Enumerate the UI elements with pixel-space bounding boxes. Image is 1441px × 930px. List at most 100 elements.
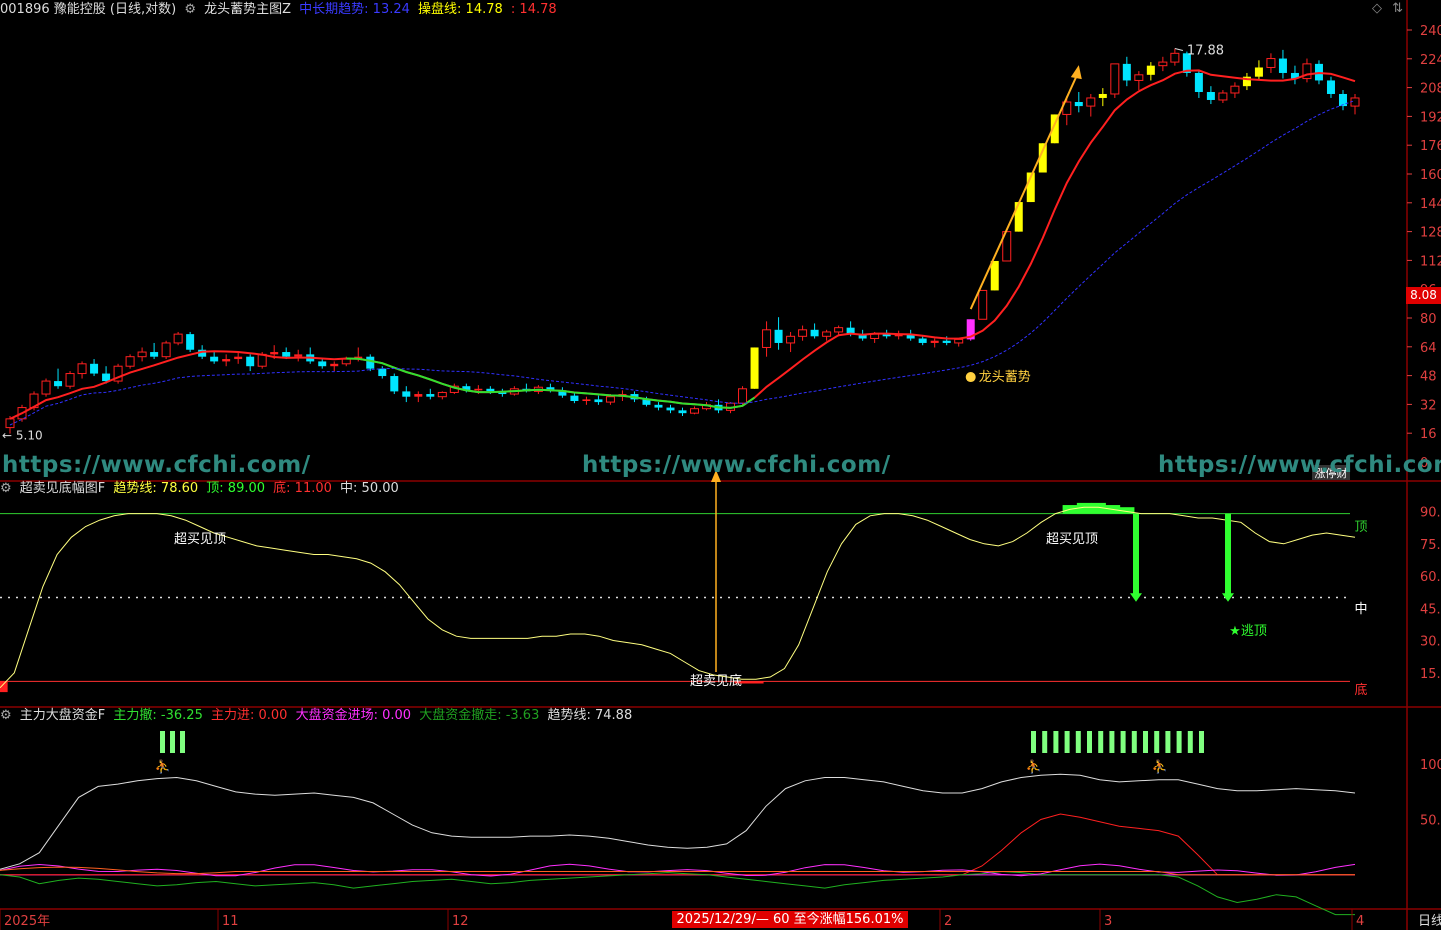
- fund-main-out: 主力撤: -36.25: [113, 708, 203, 723]
- diamond-icon[interactable]: ◇: [1372, 1, 1382, 16]
- price-axis-label: 112: [1420, 254, 1441, 269]
- fund-header: ⚙ 主力大盘资金F 主力撤: -36.25 主力进: 0.00 大盘资金进场: …: [0, 706, 636, 726]
- candle: [822, 331, 832, 337]
- signal-bar: [1154, 731, 1160, 753]
- price-axis-label: 160: [1420, 168, 1441, 183]
- fund-trend-line: [0, 773, 1356, 870]
- fund-main-in-line: [0, 813, 1355, 876]
- osc-name[interactable]: 超卖见底幅图F: [20, 481, 105, 496]
- candle: [654, 404, 663, 408]
- candle: [186, 334, 195, 350]
- dragon-label: 龙头蓄势: [979, 369, 1031, 385]
- candle: [65, 373, 75, 387]
- price-axis-label: 192: [1420, 110, 1441, 125]
- signal-bar: [1199, 731, 1204, 753]
- candle: [1218, 92, 1228, 101]
- candle: [1014, 202, 1023, 232]
- osc-axis-label: 60.: [1420, 570, 1441, 585]
- mid-tag: 中: [1354, 602, 1367, 617]
- price-axis-label: 208: [1420, 82, 1441, 97]
- candle: [1194, 72, 1203, 93]
- candle: [366, 356, 375, 369]
- candle: [222, 359, 231, 362]
- candle: [402, 391, 411, 397]
- x-axis-label: 11: [222, 914, 239, 929]
- main-chart-header: 001896 豫能控股 (日线,对数) ⚙ 龙头蓄势主图Z 中长期趋势: 13.…: [0, 0, 561, 20]
- candle: [1110, 63, 1120, 95]
- date-range-box[interactable]: 2025/12/29/— 60 至今涨幅156.01%: [672, 911, 908, 928]
- candle: [834, 327, 844, 333]
- candle: [378, 368, 387, 377]
- fund-axis-label: 50.: [1420, 814, 1441, 829]
- runner-icon: ⛹: [1026, 758, 1042, 775]
- candle: [786, 335, 796, 344]
- price-axis-label: 16: [1420, 427, 1437, 442]
- osc-trend-value: 趋势线: 78.60: [113, 481, 199, 496]
- midlong-trend-line: [9, 100, 1356, 426]
- price-axis-label: 48: [1420, 370, 1437, 385]
- candle: [294, 354, 303, 357]
- indicator-gear-icon[interactable]: ⚙: [184, 2, 196, 17]
- candle: [750, 347, 759, 389]
- runner-icon: ⛹: [1152, 758, 1168, 775]
- candle: [41, 380, 51, 395]
- x-axis-label: 3: [1104, 914, 1112, 929]
- price-axis-label: 80: [1420, 312, 1437, 327]
- candle: [774, 329, 783, 343]
- expand-icon[interactable]: ⇅: [1392, 1, 1403, 16]
- candle: [102, 373, 111, 382]
- fund-axis-label: 100: [1420, 758, 1441, 773]
- candle: [1098, 93, 1107, 98]
- signal-bar: [160, 731, 165, 753]
- signal-bar: [180, 731, 185, 753]
- x-axis-label: 12: [452, 914, 469, 929]
- oversold-label: 超卖见底: [690, 673, 742, 689]
- candle: [77, 363, 87, 375]
- osc-oversold-fill: [748, 681, 764, 684]
- peak-marker: [1174, 48, 1183, 51]
- signal-bar: [1098, 731, 1104, 753]
- candle: [1230, 85, 1240, 94]
- candle: [942, 340, 951, 343]
- signal-bar: [1120, 731, 1126, 753]
- signal-bar: [1143, 731, 1148, 753]
- period-label: 日线: [1418, 914, 1441, 929]
- candle: [341, 358, 351, 365]
- runner-icon: ⛹: [155, 758, 171, 775]
- osc-mid-value: 中: 50.00: [340, 481, 399, 496]
- watermark-3: https://www.cfchi.com/: [1158, 452, 1441, 478]
- signal-bar: [1064, 731, 1070, 753]
- price-axis-label: 64: [1420, 341, 1437, 356]
- osc-bottom-value: 底: 11.00: [273, 481, 332, 496]
- candle: [918, 338, 927, 343]
- fund-main-in: 主力进: 0.00: [210, 708, 288, 723]
- candle: [414, 394, 423, 397]
- fund-name[interactable]: 主力大盘资金F: [20, 708, 105, 723]
- candle: [270, 352, 279, 355]
- watermark-1: https://www.cfchi.com/: [2, 452, 311, 478]
- osc-gear-icon[interactable]: ⚙: [0, 481, 12, 496]
- candle: [5, 418, 15, 429]
- candle: [318, 361, 327, 367]
- fund-gear-icon[interactable]: ⚙: [0, 708, 12, 723]
- candle: [1074, 101, 1083, 107]
- candle: [954, 338, 964, 344]
- x-axis-label: 2: [944, 914, 952, 929]
- signal-bar: [1187, 731, 1193, 753]
- low-price-label: ← 5.10: [2, 429, 43, 443]
- signal-bar: [170, 731, 175, 753]
- candle: [666, 407, 675, 411]
- candle: [990, 260, 999, 291]
- candle: [1122, 63, 1131, 81]
- indicator-name[interactable]: 龙头蓄势主图Z: [204, 2, 291, 17]
- fund-trend: 趋势线: 74.88: [547, 708, 633, 723]
- overbought-label-1: 超买见顶: [174, 532, 226, 547]
- candle: [798, 329, 808, 337]
- operation-line: [9, 69, 1356, 420]
- candle: [150, 352, 159, 357]
- osc-axis-label: 75.: [1420, 538, 1441, 553]
- candle: [1158, 61, 1168, 67]
- fund-market-out: 大盘资金撤走: -3.63: [419, 708, 540, 723]
- price-axis-label: 144: [1420, 197, 1441, 212]
- candle: [738, 388, 748, 404]
